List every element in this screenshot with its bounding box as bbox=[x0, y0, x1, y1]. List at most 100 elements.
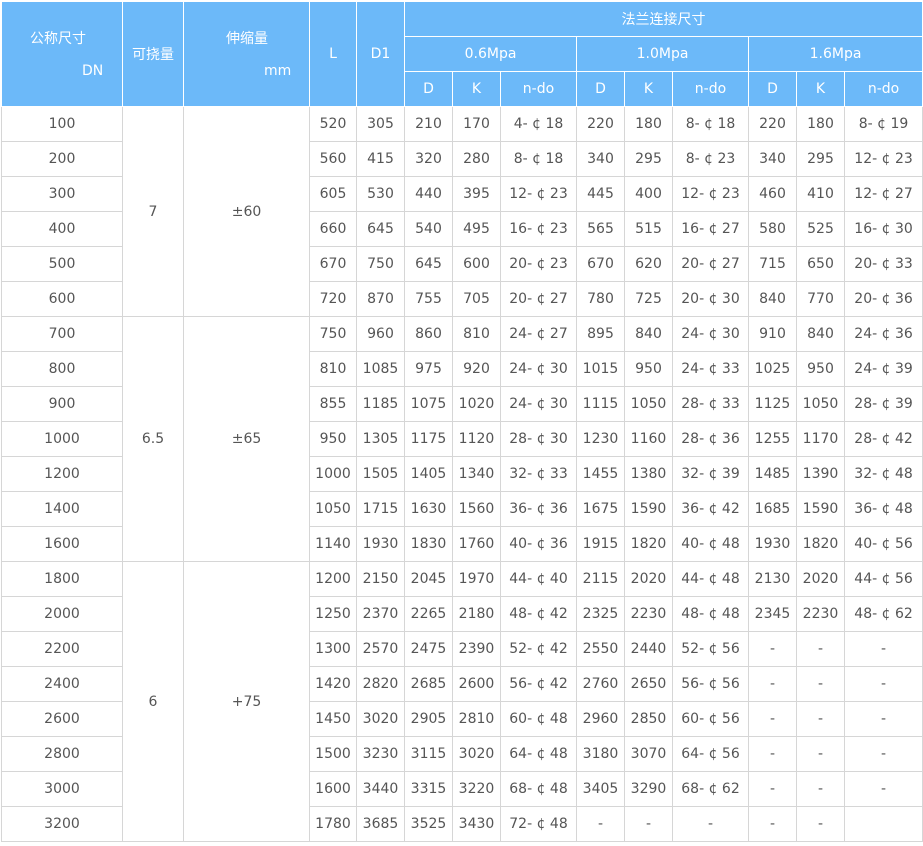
cell-k-16: - bbox=[796, 666, 845, 702]
cell-dn: 2800 bbox=[1, 736, 123, 772]
cell-k-06: 920 bbox=[452, 351, 501, 387]
cell-d1: 1085 bbox=[356, 351, 405, 387]
cell-d-16: 910 bbox=[748, 316, 797, 352]
table-body: 100 7 ±60 520 305 210 170 4- ¢ 18 220 180 8- ¢ 18 2… bbox=[1, 106, 923, 842]
cell-d-06: 1830 bbox=[404, 526, 453, 562]
cell-n-do-16: 24- ¢ 39 bbox=[843, 351, 923, 387]
cell-length: 1050 bbox=[309, 491, 357, 527]
cell-dn: 700 bbox=[1, 316, 123, 352]
cell-k-16: 770 bbox=[796, 281, 845, 317]
cell-n-do-16: 36- ¢ 48 bbox=[843, 491, 923, 527]
cell-k-06: 1020 bbox=[452, 386, 501, 422]
cell-n-do-10: - bbox=[672, 806, 749, 842]
header-sub-n-do: n-do bbox=[500, 71, 577, 107]
cell-expansion: +75 bbox=[183, 561, 310, 842]
cell-n-do-06: 68- ¢ 48 bbox=[500, 771, 577, 807]
cell-k-06: 170 bbox=[452, 106, 501, 142]
cell-dn: 1800 bbox=[1, 561, 123, 597]
table-row: 700 6.5 ±65 750 960 860 810 24- ¢ 27 895 840 24- ¢… bbox=[1, 316, 923, 562]
cell-d-06: 860 bbox=[404, 316, 453, 352]
cell-n-do-16: - bbox=[843, 666, 923, 702]
cell-d1: 3440 bbox=[356, 771, 405, 807]
cell-k-16: - bbox=[796, 701, 845, 737]
cell-length: 1420 bbox=[309, 666, 357, 702]
cell-d-16: 2130 bbox=[748, 561, 797, 597]
cell-length: 810 bbox=[309, 351, 357, 387]
cell-length: 660 bbox=[309, 211, 357, 247]
cell-n-do-06: 28- ¢ 30 bbox=[500, 421, 577, 457]
cell-k-06: 3220 bbox=[452, 771, 501, 807]
cell-d-16: - bbox=[748, 736, 797, 772]
header-pressure-10: 1.0Mpa bbox=[576, 36, 749, 72]
cell-k-10: 2230 bbox=[624, 596, 673, 632]
cell-dn: 1600 bbox=[1, 526, 123, 562]
cell-length: 1300 bbox=[309, 631, 357, 667]
cell-dn: 600 bbox=[1, 281, 123, 317]
cell-d1: 2150 bbox=[356, 561, 405, 597]
cell-d-06: 2685 bbox=[404, 666, 453, 702]
cell-length: 1140 bbox=[309, 526, 357, 562]
cell-length: 720 bbox=[309, 281, 357, 317]
header-pressure-06: 0.6Mpa bbox=[404, 36, 577, 72]
cell-dn: 200 bbox=[1, 141, 123, 177]
cell-d-10: 340 bbox=[576, 141, 625, 177]
cell-n-do-10: 20- ¢ 30 bbox=[672, 281, 749, 317]
cell-deflection: 6.5 bbox=[122, 316, 184, 562]
cell-n-do-06: 56- ¢ 42 bbox=[500, 666, 577, 702]
header-length: L bbox=[309, 1, 357, 107]
cell-d-16: 1255 bbox=[748, 421, 797, 457]
cell-n-do-10: 28- ¢ 33 bbox=[672, 386, 749, 422]
cell-k-10: 1590 bbox=[624, 491, 673, 527]
cell-d-06: 1405 bbox=[404, 456, 453, 492]
cell-d-06: 2475 bbox=[404, 631, 453, 667]
cell-n-do-16: 48- ¢ 62 bbox=[843, 596, 923, 632]
cell-d1: 1930 bbox=[356, 526, 405, 562]
header-sub-d: D bbox=[404, 71, 453, 107]
cell-d-16: - bbox=[748, 701, 797, 737]
header-deflection: 可挠量 bbox=[122, 1, 184, 107]
cell-k-06: 2600 bbox=[452, 666, 501, 702]
cell-k-06: 3430 bbox=[452, 806, 501, 842]
cell-d-10: 1115 bbox=[576, 386, 625, 422]
cell-n-do-06: 36- ¢ 36 bbox=[500, 491, 577, 527]
cell-n-do-06: 48- ¢ 42 bbox=[500, 596, 577, 632]
cell-d-16: 1025 bbox=[748, 351, 797, 387]
cell-d-06: 975 bbox=[404, 351, 453, 387]
cell-k-06: 1970 bbox=[452, 561, 501, 597]
cell-n-do-16: - bbox=[843, 701, 923, 737]
cell-n-do-16: 28- ¢ 42 bbox=[843, 421, 923, 457]
cell-d-10: 1230 bbox=[576, 421, 625, 457]
cell-k-10: 1820 bbox=[624, 526, 673, 562]
cell-k-10: 620 bbox=[624, 246, 673, 282]
cell-n-do-16: 20- ¢ 36 bbox=[843, 281, 923, 317]
header-expansion-unit: mm bbox=[264, 63, 292, 79]
cell-n-do-10: 24- ¢ 33 bbox=[672, 351, 749, 387]
cell-n-do-16: 20- ¢ 33 bbox=[843, 246, 923, 282]
cell-n-do-06: 20- ¢ 23 bbox=[500, 246, 577, 282]
cell-dn: 1400 bbox=[1, 491, 123, 527]
cell-n-do-10: 68- ¢ 62 bbox=[672, 771, 749, 807]
cell-n-do-10: 16- ¢ 27 bbox=[672, 211, 749, 247]
cell-k-16: - bbox=[796, 736, 845, 772]
cell-d-16: - bbox=[748, 631, 797, 667]
table-row: 100 7 ±60 520 305 210 170 4- ¢ 18 220 180 8- ¢ 18 2… bbox=[1, 106, 923, 317]
cell-d-10: 1015 bbox=[576, 351, 625, 387]
cell-deflection: 6 bbox=[122, 561, 184, 842]
cell-d1: 1715 bbox=[356, 491, 405, 527]
cell-n-do-16: 12- ¢ 23 bbox=[843, 141, 923, 177]
cell-length: 1000 bbox=[309, 456, 357, 492]
cell-dn: 900 bbox=[1, 386, 123, 422]
cell-d-16: 340 bbox=[748, 141, 797, 177]
cell-n-do-10: 28- ¢ 36 bbox=[672, 421, 749, 457]
cell-d-06: 2045 bbox=[404, 561, 453, 597]
cell-d-16: 1930 bbox=[748, 526, 797, 562]
cell-k-10: 840 bbox=[624, 316, 673, 352]
cell-k-16: 1390 bbox=[796, 456, 845, 492]
cell-n-do-06: 52- ¢ 42 bbox=[500, 631, 577, 667]
cell-d-16: 1685 bbox=[748, 491, 797, 527]
cell-d1: 3685 bbox=[356, 806, 405, 842]
cell-length: 1250 bbox=[309, 596, 357, 632]
cell-n-do-16: 12- ¢ 27 bbox=[843, 176, 923, 212]
cell-length: 855 bbox=[309, 386, 357, 422]
cell-n-do-16: 40- ¢ 56 bbox=[843, 526, 923, 562]
